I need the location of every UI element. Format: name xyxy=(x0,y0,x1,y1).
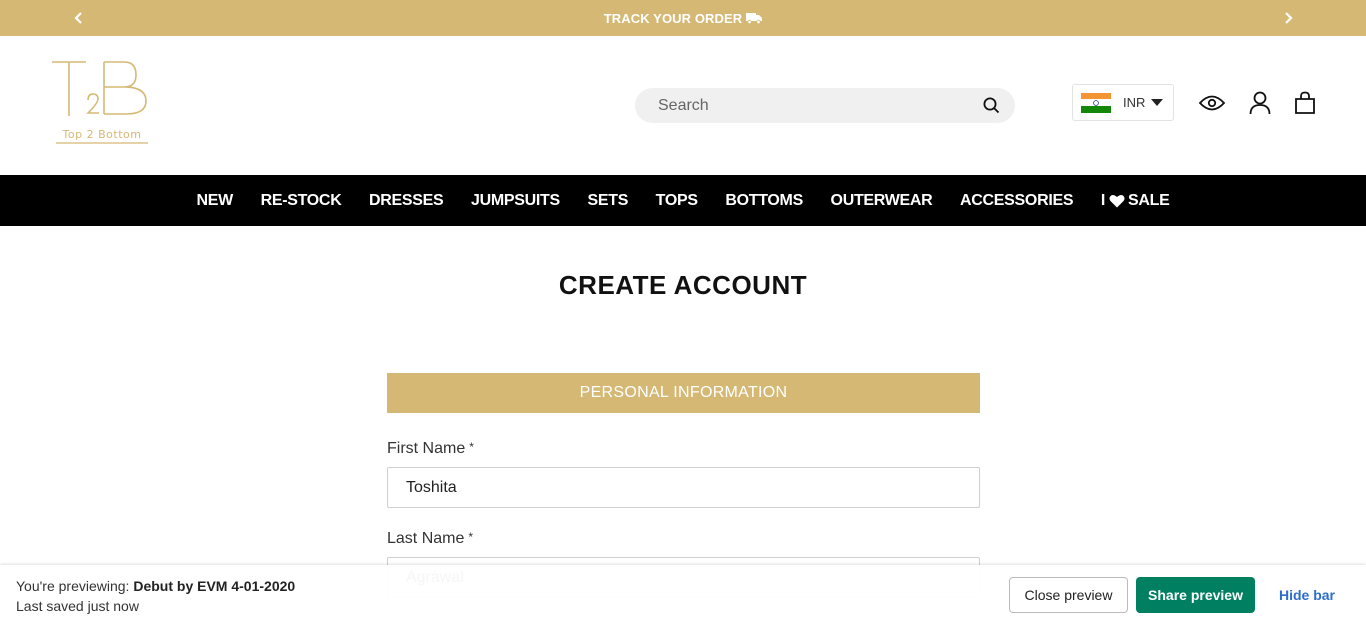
share-preview-button[interactable]: Share preview xyxy=(1136,577,1255,613)
currency-code: INR xyxy=(1123,95,1146,110)
main-nav: NEW RE-STOCK DRESSES JUMPSUITS SETS TOPS… xyxy=(0,175,1366,226)
first-name-label: First Name * xyxy=(387,440,474,458)
sale-prefix: I xyxy=(1100,191,1105,209)
close-preview-button[interactable]: Close preview xyxy=(1009,577,1128,613)
nav-item-new[interactable]: NEW xyxy=(197,192,234,210)
track-order-link[interactable]: TRACK YOUR ORDER xyxy=(604,11,763,26)
first-name-field[interactable] xyxy=(387,467,980,508)
last-saved-text: Last saved just now xyxy=(16,598,139,614)
personal-information-header: PERSONAL INFORMATION xyxy=(387,373,980,413)
logo-tagline: Top 2 Bottom xyxy=(62,128,142,141)
chevron-left-icon xyxy=(74,12,82,24)
wishlist-button[interactable] xyxy=(1198,89,1226,117)
currency-selector[interactable]: INR xyxy=(1072,84,1174,121)
nav-item-sale[interactable]: I SALE xyxy=(1101,192,1170,210)
logo[interactable]: Top 2 Bottom xyxy=(50,58,154,150)
india-flag-icon xyxy=(1081,92,1111,113)
user-icon xyxy=(1249,91,1271,115)
required-marker: * xyxy=(468,530,474,544)
search-bar xyxy=(635,88,1015,123)
site-header: Top 2 Bottom INR xyxy=(0,36,1366,175)
nav-item-tops[interactable]: TOPS xyxy=(656,192,698,210)
last-name-label: Last Name * xyxy=(387,530,473,548)
search-button[interactable] xyxy=(981,96,1001,116)
nav-item-jumpsuits[interactable]: JUMPSUITS xyxy=(471,192,560,210)
chevron-right-icon xyxy=(1285,12,1293,24)
announcement-bar: TRACK YOUR ORDER xyxy=(0,0,1366,36)
announcement-text: TRACK YOUR ORDER xyxy=(603,10,743,26)
truck-icon xyxy=(746,12,763,24)
eye-icon xyxy=(1199,95,1225,111)
required-marker: * xyxy=(469,440,474,454)
nav-item-outerwear[interactable]: OUTERWEAR xyxy=(831,192,933,210)
logo-mark: Top 2 Bottom xyxy=(52,61,148,144)
caret-down-icon xyxy=(1151,99,1164,106)
heart-icon xyxy=(1109,194,1125,208)
nav-item-dresses[interactable]: DRESSES xyxy=(369,192,444,210)
nav-item-accessories[interactable]: ACCESSORIES xyxy=(960,192,1073,210)
nav-item-sets[interactable]: SETS xyxy=(587,192,628,210)
shopping-bag-icon xyxy=(1295,91,1315,114)
theme-preview-bar: You're previewing: Debut by EVM 4-01-202… xyxy=(0,565,1366,625)
sale-label: SALE xyxy=(1127,191,1170,209)
account-button[interactable] xyxy=(1246,89,1274,117)
hide-bar-button[interactable]: Hide bar xyxy=(1270,577,1344,613)
theme-name: Debut by EVM 4-01-2020 xyxy=(133,578,296,594)
announcement-prev-button[interactable] xyxy=(70,9,88,27)
nav-item-restock[interactable]: RE-STOCK xyxy=(261,192,342,210)
preview-info: You're previewing: Debut by EVM 4-01-202… xyxy=(16,576,295,616)
search-input[interactable] xyxy=(658,96,981,115)
first-name-label-text: First Name xyxy=(387,440,466,457)
last-name-label-text: Last Name xyxy=(387,530,465,547)
page-title: CREATE ACCOUNT xyxy=(558,270,808,300)
nav-item-bottoms[interactable]: BOTTOMS xyxy=(725,192,803,210)
announcement-next-button[interactable] xyxy=(1279,9,1297,27)
search-icon xyxy=(983,97,999,114)
cart-button[interactable] xyxy=(1291,89,1319,117)
previewing-prefix: You're previewing: xyxy=(16,578,130,594)
